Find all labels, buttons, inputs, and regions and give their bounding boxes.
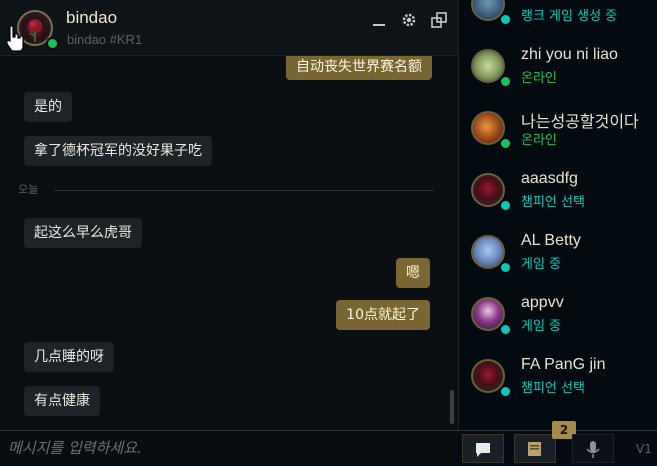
popout-icon[interactable]: [428, 12, 450, 32]
friend-status: 챔피언 선택: [521, 195, 585, 210]
friend-name: zhi you ni liao: [521, 46, 618, 63]
chat-contact-tag: bindao #KR1: [67, 32, 143, 47]
friend-item[interactable]: 랭크 게임 생성 중: [459, 0, 657, 42]
friend-status: 챔피언 선택: [521, 381, 585, 396]
message-outgoing: 10点就起了: [336, 300, 430, 330]
message-outgoing: 自动丧失世界赛名额: [286, 56, 432, 80]
friend-name: aaasdfg: [521, 170, 578, 187]
date-divider: [54, 190, 434, 191]
chat-window: bindao bindao #KR1 自动丧失世界赛名额 是的 拿了德杯冠军的没…: [0, 0, 458, 464]
friends-list: 랭크 게임 생성 중 zhi you ni liao 온라인 나는성공할것이다 …: [458, 0, 657, 463]
status-dot: [499, 385, 512, 398]
voice-button[interactable]: [572, 434, 614, 463]
friend-item[interactable]: AL Betty 게임 중: [459, 228, 657, 290]
minimize-icon[interactable]: [368, 12, 390, 32]
chat-button[interactable]: [462, 434, 504, 463]
friend-item[interactable]: zhi you ni liao 온라인: [459, 42, 657, 104]
friend-status: 온라인: [521, 71, 557, 86]
message-incoming: 几点睡的呀: [24, 342, 114, 372]
status-dot: [499, 199, 512, 212]
friend-name: AL Betty: [521, 232, 581, 249]
chat-scrollbar[interactable]: [450, 390, 454, 424]
message-incoming: 有点健康: [24, 386, 100, 416]
status-dot: [499, 323, 512, 336]
friend-status: 게임 중: [521, 319, 562, 334]
friend-item[interactable]: 나는성공할것이다 온라인: [459, 104, 657, 166]
status-dot: [499, 261, 512, 274]
message-incoming: 是的: [24, 92, 72, 122]
gear-icon[interactable]: [398, 12, 420, 32]
friend-status: 랭크 게임 생성 중: [521, 9, 618, 24]
missions-button[interactable]: [514, 434, 556, 463]
message-input[interactable]: [6, 434, 458, 462]
message-outgoing: 嗯: [396, 258, 430, 288]
friend-name: FA PanG jin: [521, 356, 606, 373]
friend-item[interactable]: appvv 게임 중: [459, 290, 657, 352]
friend-name: appvv: [521, 294, 564, 311]
friend-item[interactable]: aaasdfg 챔피언 선택: [459, 166, 657, 228]
status-dot: [499, 137, 512, 150]
friend-status: 온라인: [521, 133, 557, 148]
online-status-dot: [46, 37, 59, 50]
hand-cursor-icon: [4, 24, 26, 59]
status-dot: [499, 13, 512, 26]
version-label: V1: [636, 442, 652, 456]
message-list[interactable]: 自动丧失世界赛名额 是的 拿了德杯冠军的没好果子吃 오늘 起这么早么虎哥 嗯 1…: [0, 56, 448, 428]
message-incoming: 起这么早么虎哥: [24, 218, 142, 248]
status-dot: [499, 75, 512, 88]
friend-status: 게임 중: [521, 257, 562, 272]
friend-item[interactable]: FA PanG jin 챔피언 선택: [459, 352, 657, 414]
chat-contact-name[interactable]: bindao: [66, 8, 117, 28]
chat-header: bindao bindao #KR1: [0, 0, 458, 56]
date-divider-label: 오늘: [18, 183, 39, 196]
message-incoming: 拿了德杯冠军的没好果子吃: [24, 136, 212, 166]
